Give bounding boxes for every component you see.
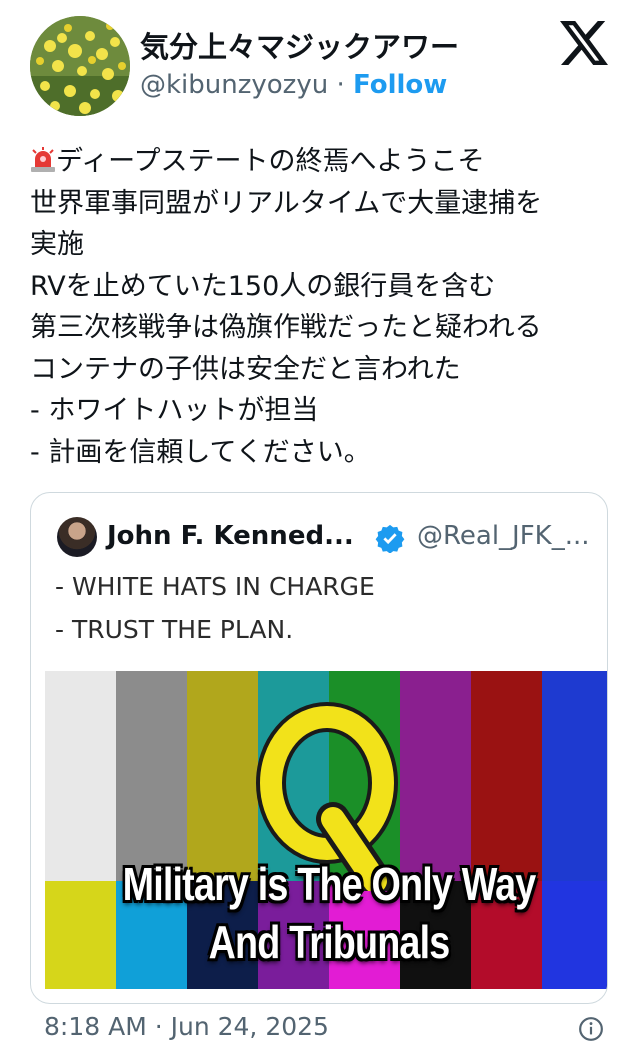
tweet-line-5: 第三次核戦争は偽旗作戦だったと疑われる [30, 312, 542, 343]
info-icon[interactable] [578, 1016, 604, 1042]
timestamp[interactable]: 8:18 AM · Jun 24, 2025 [44, 1012, 329, 1041]
follow-button[interactable]: Follow [353, 70, 447, 100]
quoted-tweet-image[interactable]: Q Military is The Only Way And Tribunals [45, 671, 607, 989]
image-caption-line-2: And Tribunals [208, 916, 451, 968]
tweet-line-4: RVを止めていた150人の銀行員を含む [30, 270, 496, 302]
tweet-line-1: ディープステートの終焉へようこそ [56, 146, 485, 177]
color-bar [45, 671, 116, 881]
image-caption-line-1: Military is The Only Way [122, 858, 537, 910]
quoted-author-name[interactable]: John F. Kenned... [107, 521, 354, 551]
quoted-author-avatar[interactable] [57, 517, 97, 557]
display-name[interactable]: 気分上々マジックアワー [140, 24, 459, 66]
tweet-text: ディープステートの終焉へようこそ 世界軍事同盟がリアルタイムで大量逮捕を 実施 … [30, 141, 620, 473]
avatar[interactable] [30, 16, 130, 116]
tweet-line-6: コンテナの子供は安全だと言われた [30, 353, 461, 385]
tweet-line-3: 実施 [30, 229, 84, 260]
quoted-author-handle[interactable]: @Real_JFK_... [417, 521, 590, 551]
tweet-line-8: - 計画を信頼してください。 [30, 436, 371, 468]
quoted-tweet-text: - WHITE HATS IN CHARGE - TRUST THE PLAN. [55, 565, 375, 651]
verified-badge-icon [375, 524, 405, 553]
tweet-line-7: - ホワイトハットが担当 [30, 395, 319, 426]
color-bar [187, 671, 258, 881]
color-bar [400, 671, 471, 881]
x-logo-icon[interactable] [560, 20, 608, 66]
color-bar [542, 671, 607, 881]
siren-emoji-icon [31, 147, 55, 172]
tweet-line-2: 世界軍事同盟がリアルタイムで大量逮捕を [30, 187, 543, 219]
color-bar [471, 671, 542, 881]
separator-dot: · [336, 70, 345, 100]
handle[interactable]: @kibunzyozyu [140, 70, 328, 100]
quoted-line-1: - WHITE HATS IN CHARGE [55, 572, 375, 601]
quoted-tweet-card[interactable]: John F. Kenned... @Real_JFK_... - WHITE … [30, 492, 608, 1004]
handle-row: @kibunzyozyu · Follow [140, 70, 447, 100]
color-bar [116, 671, 187, 881]
quoted-line-2: - TRUST THE PLAN. [55, 615, 294, 644]
